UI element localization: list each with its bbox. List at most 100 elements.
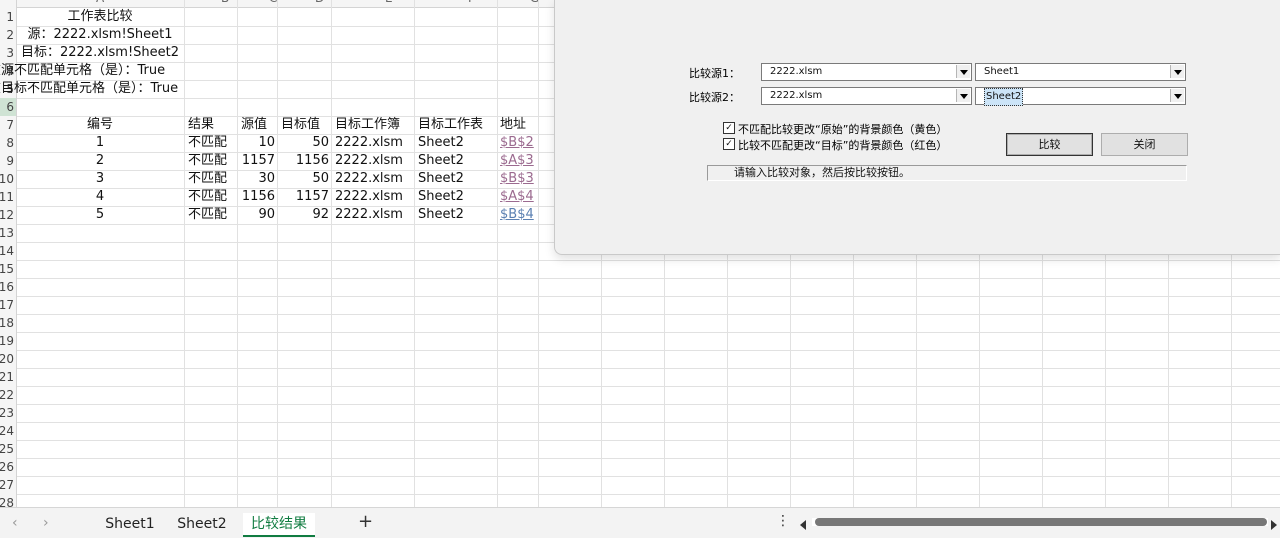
table-row-result[interactable]: 不匹配 — [188, 152, 227, 170]
header-address[interactable]: 地址 — [500, 116, 526, 134]
row-number[interactable]: 8 — [0, 134, 14, 152]
table-row-sheet[interactable]: Sheet2 — [418, 134, 464, 152]
scroll-left-icon[interactable] — [800, 520, 806, 530]
column-header-a[interactable]: A — [96, 0, 104, 5]
row-number[interactable]: 15 — [0, 260, 14, 278]
table-row-result[interactable]: 不匹配 — [188, 206, 227, 224]
header-id[interactable]: 编号 — [16, 116, 184, 134]
row-number[interactable]: 27 — [0, 476, 14, 494]
close-button[interactable]: 关闭 — [1101, 133, 1188, 156]
row-number[interactable]: 6 — [0, 98, 14, 116]
source1-workbook-select[interactable]: 2222.xlsm — [761, 63, 972, 81]
row-number[interactable]: 10 — [0, 170, 14, 188]
table-row-target[interactable]: 50 — [277, 134, 329, 152]
table-row-id[interactable]: 4 — [16, 188, 184, 206]
compare-button[interactable]: 比较 — [1006, 133, 1093, 156]
row-number[interactable]: 12 — [0, 206, 14, 224]
table-row-source[interactable]: 1156 — [237, 188, 275, 206]
scrollbar-thumb[interactable] — [815, 518, 1267, 526]
row-number[interactable]: 20 — [0, 350, 14, 368]
table-row-book[interactable]: 2222.xlsm — [335, 206, 403, 224]
add-sheet-button[interactable]: + — [358, 511, 373, 532]
tab-sheet2[interactable]: Sheet2 — [172, 513, 232, 535]
table-row-result[interactable]: 不匹配 — [188, 188, 227, 206]
address-link[interactable]: $A$3 — [500, 152, 534, 170]
column-header-d[interactable]: D — [315, 0, 324, 5]
row-number[interactable]: 1 — [0, 8, 14, 26]
row-number[interactable]: 9 — [0, 152, 14, 170]
column-header-e[interactable]: E — [385, 0, 393, 5]
row-number[interactable]: 26 — [0, 458, 14, 476]
row-number[interactable]: 18 — [0, 314, 14, 332]
column-header-f[interactable]: F — [468, 0, 475, 5]
row-number[interactable]: 17 — [0, 296, 14, 314]
address-link[interactable]: $B$4 — [500, 206, 534, 224]
source-info-cell[interactable]: 源：2222.xlsm!Sheet1 — [16, 26, 184, 44]
column-header-b[interactable]: B — [221, 0, 229, 5]
tab-sheet1[interactable]: Sheet1 — [100, 513, 160, 535]
chevron-down-icon[interactable] — [1170, 89, 1184, 102]
table-row-source[interactable]: 30 — [237, 170, 275, 188]
table-row-result[interactable]: 不匹配 — [188, 134, 227, 152]
table-row-target[interactable]: 50 — [277, 170, 329, 188]
table-row-id[interactable]: 5 — [16, 206, 184, 224]
target-mismatch-cell[interactable]: 在目标不匹配单元格（是）：True — [0, 80, 178, 98]
source2-workbook-select[interactable]: 2222.xlsm — [761, 87, 972, 105]
table-row-result[interactable]: 不匹配 — [188, 170, 227, 188]
chevron-down-icon[interactable] — [1170, 65, 1184, 78]
row-number[interactable]: 13 — [0, 224, 14, 242]
row-number[interactable]: 19 — [0, 332, 14, 350]
header-target-workbook[interactable]: 目标工作簿 — [335, 116, 400, 134]
table-row-target[interactable]: 1156 — [277, 152, 329, 170]
sheet-title-cell[interactable]: 工作表比较 — [16, 8, 184, 26]
table-row-id[interactable]: 1 — [16, 134, 184, 152]
header-target-value[interactable]: 目标值 — [281, 116, 320, 134]
prev-sheet-icon[interactable]: ‹ — [12, 515, 18, 531]
source1-sheet-select[interactable]: Sheet1 — [975, 63, 1186, 81]
table-row-sheet[interactable]: Sheet2 — [418, 206, 464, 224]
row-number[interactable]: 28 — [0, 494, 14, 507]
more-options-icon[interactable]: ⋮ — [776, 513, 790, 529]
next-sheet-icon[interactable]: › — [43, 515, 49, 531]
highlight-target-checkbox[interactable]: ✓ — [723, 138, 735, 150]
table-row-book[interactable]: 2222.xlsm — [335, 152, 403, 170]
table-row-sheet[interactable]: Sheet2 — [418, 188, 464, 206]
table-row-sheet[interactable]: Sheet2 — [418, 170, 464, 188]
source2-sheet-select[interactable]: Sheet2 — [975, 87, 1186, 106]
table-row-target[interactable]: 1157 — [277, 188, 329, 206]
highlight-source-checkbox[interactable]: ✓ — [723, 122, 735, 134]
address-link[interactable]: $B$3 — [500, 170, 534, 188]
scroll-right-icon[interactable] — [1271, 520, 1277, 530]
table-row-book[interactable]: 2222.xlsm — [335, 134, 403, 152]
row-number[interactable]: 22 — [0, 386, 14, 404]
chevron-down-icon[interactable] — [956, 89, 970, 102]
table-row-source[interactable]: 1157 — [237, 152, 275, 170]
table-row-target[interactable]: 92 — [277, 206, 329, 224]
table-row-book[interactable]: 2222.xlsm — [335, 188, 403, 206]
row-number[interactable]: 7 — [0, 116, 14, 134]
table-row-book[interactable]: 2222.xlsm — [335, 170, 403, 188]
row-number[interactable]: 3 — [0, 44, 14, 62]
row-number[interactable]: 14 — [0, 242, 14, 260]
row-number[interactable]: 24 — [0, 422, 14, 440]
row-number[interactable]: 2 — [0, 26, 14, 44]
row-number[interactable]: 23 — [0, 404, 14, 422]
row-number[interactable]: 21 — [0, 368, 14, 386]
header-source-value[interactable]: 源值 — [241, 116, 267, 134]
row-number[interactable]: 11 — [0, 188, 14, 206]
tab-compare-result[interactable]: 比较结果 — [243, 513, 315, 537]
source-mismatch-cell[interactable]: 在源不匹配单元格（是）：True — [0, 62, 165, 80]
row-number[interactable]: 25 — [0, 440, 14, 458]
address-link[interactable]: $A$4 — [500, 188, 534, 206]
table-row-id[interactable]: 2 — [16, 152, 184, 170]
address-link[interactable]: $B$2 — [500, 134, 534, 152]
target-info-cell[interactable]: 目标：2222.xlsm!Sheet2 — [16, 44, 184, 62]
table-row-source[interactable]: 10 — [237, 134, 275, 152]
chevron-down-icon[interactable] — [956, 65, 970, 78]
header-result[interactable]: 结果 — [188, 116, 214, 134]
table-row-source[interactable]: 90 — [237, 206, 275, 224]
row-number[interactable]: 16 — [0, 278, 14, 296]
table-row-sheet[interactable]: Sheet2 — [418, 152, 464, 170]
header-target-worksheet[interactable]: 目标工作表 — [418, 116, 483, 134]
table-row-id[interactable]: 3 — [16, 170, 184, 188]
